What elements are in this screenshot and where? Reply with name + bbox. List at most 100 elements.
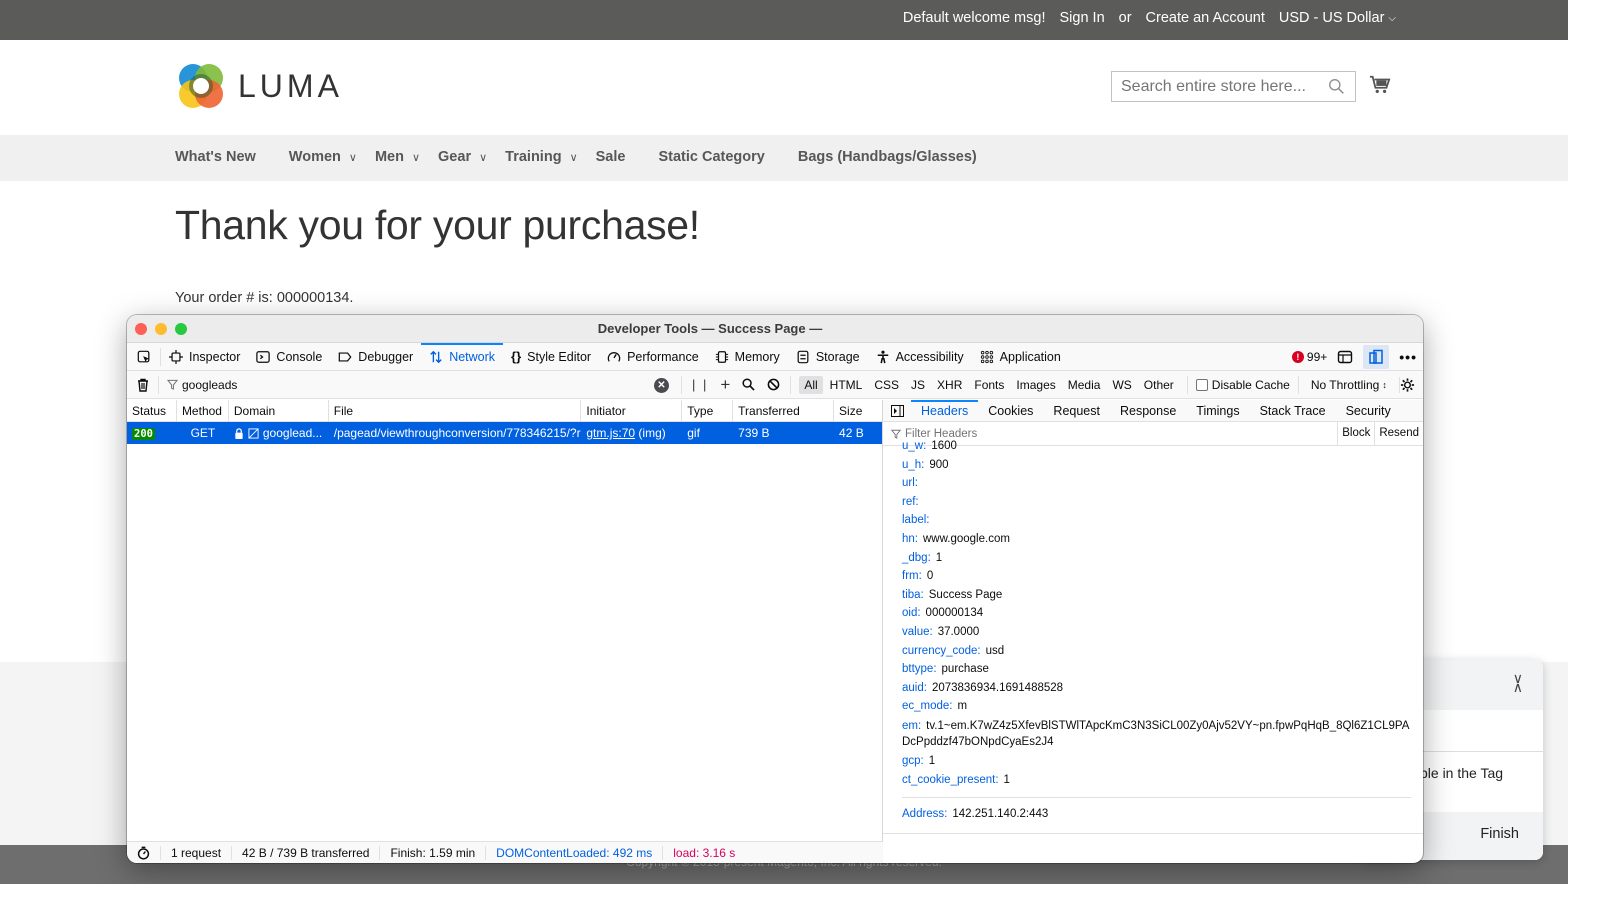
filter-icon (167, 379, 178, 390)
type-filter-xhr[interactable]: XHR (932, 376, 967, 394)
type-filter-fonts[interactable]: Fonts (969, 376, 1009, 394)
request-row[interactable]: 200 GET googlead... /pagead/viewthroughc… (127, 422, 882, 444)
application-icon (980, 350, 993, 363)
column-header-status[interactable]: Status (127, 400, 177, 421)
tab-label: Memory (734, 349, 780, 364)
tab-memory[interactable]: Memory (707, 343, 788, 371)
tab-console[interactable]: Console (248, 343, 330, 371)
tab-cookies[interactable]: Cookies (978, 400, 1043, 422)
create-account-link[interactable]: Create an Account (1146, 10, 1265, 26)
param-key: ct_cookie_present: (902, 773, 999, 786)
tab-label: Storage (815, 349, 860, 364)
param-value: purchase (941, 663, 989, 676)
tab-response[interactable]: Response (1110, 400, 1186, 422)
add-icon[interactable]: + (720, 375, 730, 395)
nav-item-static-category[interactable]: Static Category (658, 149, 764, 165)
clear-requests-button[interactable] (127, 375, 159, 394)
column-header-file[interactable]: File (329, 400, 582, 421)
error-count-badge[interactable]: ! 99+ (1291, 350, 1327, 364)
disable-cache-toggle[interactable]: Disable Cache (1186, 375, 1290, 394)
stopwatch-icon (137, 846, 150, 860)
nav-item-men[interactable]: Men ∨ (375, 149, 420, 165)
type-filter-media[interactable]: Media (1063, 376, 1106, 394)
param-key: label: (902, 514, 930, 527)
nav-item-bags[interactable]: Bags (Handbags/Glasses) (798, 149, 977, 165)
luma-logo-icon (179, 64, 223, 108)
finish-time: Finish: 1.59 min (380, 845, 487, 860)
nav-item-gear[interactable]: Gear ∨ (438, 149, 487, 165)
debugger-icon (338, 351, 352, 362)
initiator-link[interactable]: gtm.js:70 (586, 426, 635, 440)
column-header-size[interactable]: Size (834, 400, 882, 421)
type-filter-other[interactable]: Other (1139, 376, 1179, 394)
tab-debugger[interactable]: Debugger (330, 343, 421, 371)
or-text: or (1118, 10, 1132, 26)
tab-network[interactable]: Network (421, 342, 503, 371)
finish-button[interactable]: Finish (1480, 826, 1519, 842)
chevron-down-icon: ∨ (479, 151, 488, 164)
devtools-titlebar[interactable]: Developer Tools — Success Page — (127, 315, 1423, 343)
tab-headers[interactable]: Headers (911, 400, 979, 422)
type-filter-ws[interactable]: WS (1107, 376, 1136, 394)
nav-item-training[interactable]: Training ∨ (505, 149, 577, 165)
tab-security[interactable]: Security (1336, 400, 1401, 422)
disable-cache-checkbox[interactable] (1195, 378, 1208, 391)
tab-stack-trace[interactable]: Stack Trace (1250, 400, 1336, 422)
block-icon[interactable] (767, 378, 780, 391)
nav-item-label: Bags (Handbags/Glasses) (797, 149, 977, 165)
request-domain: googlead... (262, 426, 323, 440)
url-filter-input[interactable] (182, 377, 642, 392)
column-header-method[interactable]: Method (177, 400, 229, 421)
header: LUMA (0, 40, 1568, 135)
query-param-row: label: (902, 511, 1423, 530)
type-filter-html[interactable]: HTML (825, 376, 868, 394)
select-arrows-icon: ↕ (1382, 379, 1387, 390)
nav-item-women[interactable]: Women ∨ (289, 149, 357, 165)
toggle-sidebar-icon[interactable] (883, 404, 911, 417)
column-header-transferred[interactable]: Transferred (733, 400, 835, 421)
chevron-down-icon: ∨ (569, 151, 578, 164)
search-icon[interactable] (742, 378, 755, 391)
sign-in-link[interactable]: Sign In (1059, 10, 1104, 26)
gear-icon[interactable] (1399, 377, 1415, 393)
clear-filter-icon[interactable]: ✕ (654, 377, 669, 393)
nav-item-label: What's New (175, 149, 256, 165)
dock-side-button[interactable] (1363, 345, 1390, 369)
address-label: Address: (902, 808, 948, 821)
cart-icon[interactable] (1369, 74, 1391, 96)
request-type: gif (687, 426, 700, 440)
search-input[interactable] (1112, 72, 1322, 101)
type-filter-js[interactable]: JS (906, 376, 930, 394)
column-header-type[interactable]: Type (682, 400, 734, 421)
more-options-icon[interactable]: ••• (1399, 349, 1417, 365)
performance-analysis-button[interactable] (127, 845, 161, 860)
param-value: 1 (1003, 773, 1010, 786)
split-console-icon[interactable] (1337, 349, 1353, 365)
throttling-select[interactable]: No Throttling ↕ (1297, 375, 1387, 394)
tab-performance[interactable]: Performance (599, 343, 707, 371)
logo[interactable]: LUMA (176, 61, 343, 111)
tab-style-editor[interactable]: {} Style Editor (503, 343, 599, 371)
element-picker-button[interactable] (127, 347, 161, 366)
collapse-icon[interactable]: ∨ ∧ (1513, 671, 1523, 694)
tab-inspector[interactable]: Inspector (161, 343, 248, 371)
tab-storage[interactable]: Storage (788, 343, 868, 371)
pause-icon[interactable]: | | (692, 377, 708, 392)
param-key: value: (902, 625, 933, 638)
currency-switcher[interactable]: USD - US Dollar ⌵ (1279, 10, 1396, 26)
chevron-down-icon: ∨ (411, 151, 421, 164)
nav-item-sale[interactable]: Sale (596, 149, 626, 165)
tab-timings[interactable]: Timings (1186, 400, 1249, 422)
tab-label: Accessibility (895, 349, 964, 364)
tab-request[interactable]: Request (1043, 400, 1110, 422)
type-filter-all[interactable]: All (799, 375, 823, 394)
search-icon[interactable] (1328, 78, 1345, 95)
nav-item-whats-new[interactable]: What's New (175, 149, 256, 165)
column-header-domain[interactable]: Domain (229, 400, 329, 421)
column-header-initiator[interactable]: Initiator (581, 400, 683, 421)
type-filter-css[interactable]: CSS (869, 376, 904, 394)
tab-application[interactable]: Application (972, 343, 1069, 371)
tab-accessibility[interactable]: Accessibility (868, 343, 972, 371)
request-details: Headers Cookies Request Response Timings… (883, 400, 1423, 841)
type-filter-images[interactable]: Images (1011, 376, 1060, 394)
